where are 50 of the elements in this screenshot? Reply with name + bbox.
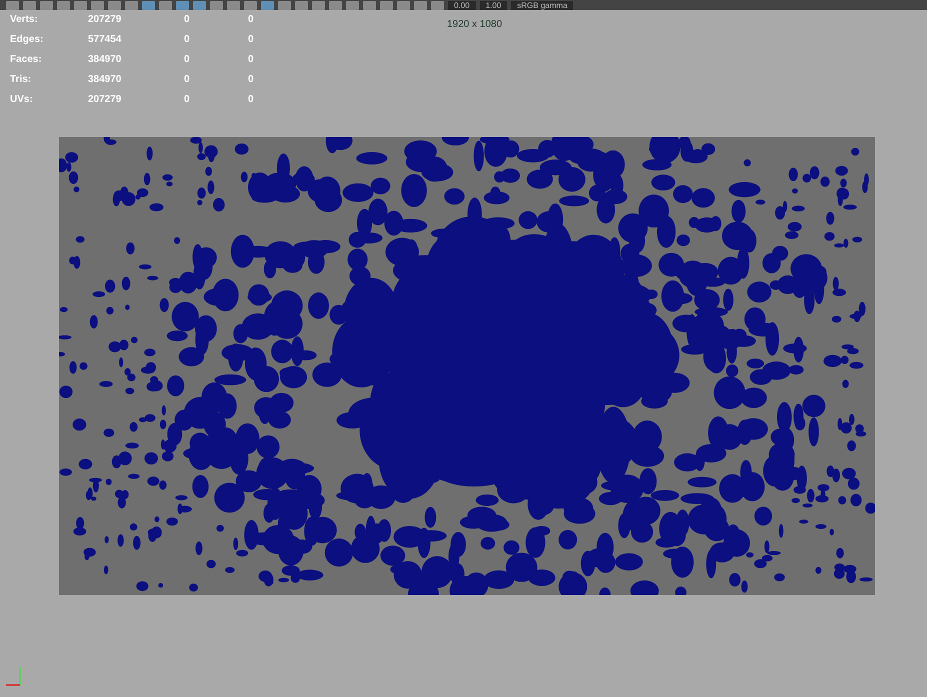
resolution-label: 1920 x 1080 — [447, 19, 502, 31]
stat-value: 207279 — [88, 13, 122, 27]
toolbar-icon[interactable] — [295, 0, 308, 10]
stat-label: Edges: — [10, 33, 44, 47]
stat-value: 0 — [184, 13, 191, 27]
toolbar-icon[interactable] — [431, 0, 444, 10]
stat-label: Tris: — [10, 73, 32, 87]
toolbar-icon[interactable] — [108, 0, 121, 10]
gamma-field[interactable]: 1.00 — [480, 0, 508, 10]
toolbar-icon[interactable] — [261, 0, 274, 10]
toolbar-icon[interactable] — [244, 0, 257, 10]
toolbar-icon[interactable] — [414, 0, 427, 10]
toolbar-icon[interactable] — [227, 0, 240, 10]
stat-label: UVs: — [10, 93, 34, 107]
stat-value: 0 — [248, 33, 255, 47]
stat-value: 384970 — [88, 53, 122, 67]
stat-value: 207279 — [88, 93, 122, 107]
toolbar-icon[interactable] — [193, 0, 206, 10]
stat-value: 0 — [248, 53, 255, 67]
toolbar-icon[interactable] — [210, 0, 223, 10]
toolbar-icon[interactable] — [346, 0, 359, 10]
stat-value: 0 — [248, 73, 255, 87]
stat-value: 0 — [184, 73, 191, 87]
toolbar-icon[interactable] — [329, 0, 342, 10]
toolbar-icon[interactable] — [74, 0, 87, 10]
toolbar-icon[interactable] — [40, 0, 53, 10]
toolbar-icon[interactable] — [397, 0, 410, 10]
toolbar-icon[interactable] — [176, 0, 189, 10]
exposure-field[interactable]: 0.00 — [448, 0, 476, 10]
color-space-dropdown[interactable]: sRGB gamma — [511, 0, 574, 10]
toolbar-icon[interactable] — [125, 0, 138, 10]
stat-value: 0 — [184, 33, 191, 47]
stat-label: Verts: — [10, 13, 39, 27]
stat-value: 0 — [248, 93, 255, 107]
toolbar-icon[interactable] — [159, 0, 172, 10]
toolbar-icon[interactable] — [142, 0, 155, 10]
toolbar-icon[interactable] — [278, 0, 291, 10]
toolbar-icon[interactable] — [312, 0, 325, 10]
stat-value: 577454 — [88, 33, 122, 47]
stat-value: 0 — [184, 93, 191, 107]
stat-label: Faces: — [10, 53, 43, 67]
toolbar-icon[interactable] — [91, 0, 104, 10]
toolbar-icon[interactable] — [23, 0, 36, 10]
stat-value: 0 — [184, 53, 191, 67]
stat-value: 384970 — [88, 73, 122, 87]
toolbar-icon[interactable] — [363, 0, 376, 10]
toolbar-icon[interactable] — [57, 0, 70, 10]
toolbar-icon[interactable] — [380, 0, 393, 10]
stat-value: 0 — [248, 13, 255, 27]
toolbar-icon[interactable] — [6, 0, 19, 10]
